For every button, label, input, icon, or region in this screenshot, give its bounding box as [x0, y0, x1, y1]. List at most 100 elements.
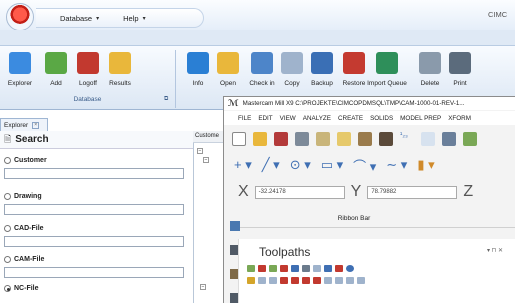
- verify-icon[interactable]: [302, 265, 310, 272]
- restore-icon: [343, 52, 365, 74]
- rectangle-icon[interactable]: ▭ ▾: [321, 157, 343, 173]
- group-label-database: Database: [73, 96, 102, 103]
- expand-icon[interactable]: [335, 277, 343, 284]
- search-option-customer[interactable]: Customer: [4, 157, 47, 164]
- results-button[interactable]: Results: [100, 52, 140, 87]
- print-preview-icon[interactable]: [316, 132, 330, 146]
- radio-button[interactable]: [4, 157, 11, 164]
- toolbar-icon[interactable]: [463, 132, 477, 146]
- post-icon[interactable]: [324, 265, 332, 272]
- simulate-icon[interactable]: [313, 265, 321, 272]
- search-field[interactable]: [4, 204, 184, 215]
- menu-xform[interactable]: XFORM: [448, 115, 471, 122]
- close-icon[interactable]: ×: [32, 121, 40, 129]
- lock-icon[interactable]: [247, 277, 255, 284]
- search-option-cad-file[interactable]: CAD-File: [4, 225, 44, 232]
- radio-button[interactable]: [4, 285, 11, 292]
- panel-controls[interactable]: ▾ ⊓ ✕: [487, 247, 503, 254]
- line-icon[interactable]: ╱ ▾: [262, 157, 280, 173]
- radio-label: CAM-File: [14, 256, 45, 263]
- tree-column-header[interactable]: Custome: [193, 131, 223, 143]
- add-icon: [45, 52, 67, 74]
- ribbon-button-label: Import Queue: [367, 80, 407, 87]
- menu-solids[interactable]: SOLIDS: [370, 115, 393, 122]
- search-option-drawing[interactable]: Drawing: [4, 193, 42, 200]
- application-menu-button[interactable]: [6, 3, 34, 31]
- info-icon[interactable]: [442, 132, 456, 146]
- insert-arrow-icon[interactable]: [302, 277, 310, 284]
- high-feed-icon[interactable]: [335, 265, 343, 272]
- dialog-launcher-icon[interactable]: ⧉: [164, 96, 168, 103]
- select-all-icon[interactable]: [247, 265, 255, 272]
- collapse-icon[interactable]: [346, 277, 354, 284]
- tree-expander-icon[interactable]: −: [203, 157, 209, 163]
- select-failed-icon[interactable]: [258, 265, 266, 272]
- x-coordinate-field[interactable]: -32.24178: [254, 185, 345, 199]
- dropdown-arrow-icon: ▾: [96, 15, 100, 22]
- print-button[interactable]: Print: [440, 52, 480, 87]
- menu-file[interactable]: FILE: [238, 115, 251, 122]
- notes-icon[interactable]: [357, 277, 365, 284]
- help-menu[interactable]: Help ▾: [123, 14, 145, 23]
- page-icon[interactable]: [337, 132, 351, 146]
- help-icon[interactable]: [346, 265, 354, 272]
- search-field[interactable]: [4, 267, 184, 278]
- tree-expander-icon[interactable]: −: [200, 284, 206, 290]
- move-down-icon[interactable]: [280, 277, 288, 284]
- mastercam-window: ℳ Mastercam Mill X9 C:\PROJEKTE\CIMCOPDM…: [223, 96, 515, 303]
- radio-label: Drawing: [14, 193, 42, 200]
- group-separator: [175, 50, 176, 108]
- print-icon: [449, 52, 471, 74]
- settings-icon[interactable]: [421, 132, 435, 146]
- explorer-button[interactable]: Explorer: [0, 52, 40, 87]
- backplot-icon[interactable]: [291, 265, 299, 272]
- save-icon[interactable]: [274, 132, 288, 146]
- menu-edit[interactable]: EDIT: [258, 115, 272, 122]
- print-icon[interactable]: [295, 132, 309, 146]
- pencil-icon[interactable]: ▮ ▾: [417, 157, 434, 173]
- spline-icon[interactable]: ∼ ▾: [386, 157, 407, 173]
- backup-icon: [311, 52, 333, 74]
- move-up-icon[interactable]: [291, 277, 299, 284]
- import-queue-icon: [376, 52, 398, 74]
- single-op-icon[interactable]: [324, 277, 332, 284]
- search-option-cam-file[interactable]: CAM-File: [4, 256, 44, 263]
- toolpath-manager-icon[interactable]: [230, 221, 240, 231]
- merge-icon[interactable]: [379, 132, 393, 146]
- radio-button[interactable]: [4, 193, 11, 200]
- mastercam-toolbar: ¹₂₃: [224, 127, 515, 151]
- paste-icon[interactable]: [358, 132, 372, 146]
- copy-icon: [281, 52, 303, 74]
- search-field[interactable]: [4, 168, 184, 179]
- database-menu[interactable]: Database ▾: [60, 14, 99, 23]
- open-folder-icon[interactable]: [253, 132, 267, 146]
- ribbon-button-label: Explorer: [7, 80, 33, 87]
- new-file-icon[interactable]: [232, 132, 246, 146]
- regenerate-icon[interactable]: [269, 265, 277, 272]
- explorer-tab[interactable]: Explorer ×: [0, 118, 48, 131]
- point-plus-icon[interactable]: + ▾: [234, 157, 252, 173]
- tree-expander-icon[interactable]: −: [197, 148, 203, 154]
- x-axis-label: X: [238, 183, 249, 200]
- toggle-display-icon[interactable]: [258, 277, 266, 284]
- menu-analyze[interactable]: ANALYZE: [303, 115, 331, 122]
- radio-label: Customer: [14, 157, 47, 164]
- radio-button[interactable]: [4, 256, 11, 263]
- search-option-nc-file[interactable]: NC-File: [4, 285, 39, 292]
- radio-button[interactable]: [4, 225, 11, 232]
- dropdown-arrow-icon: ▾: [142, 15, 146, 22]
- arc-icon[interactable]: ⌒ ▾: [353, 156, 376, 175]
- menu-create[interactable]: CREATE: [338, 115, 363, 122]
- toggle-posting-icon[interactable]: [269, 277, 277, 284]
- search-field[interactable]: [4, 236, 184, 247]
- regenerate-dirty-icon[interactable]: [280, 265, 288, 272]
- number-icon[interactable]: ¹₂₃: [400, 132, 414, 146]
- menu-model-prep[interactable]: MODEL PREP: [400, 115, 441, 122]
- circle-icon[interactable]: ⊙ ▾: [290, 157, 311, 173]
- import-queue-button[interactable]: Import Queue: [367, 52, 407, 87]
- search-icon: 🗎: [4, 133, 12, 144]
- y-coordinate-field[interactable]: 78.79882: [367, 185, 458, 199]
- scroll-icon[interactable]: [313, 277, 321, 284]
- drawing-toolbar: + ▾ ╱ ▾ ⊙ ▾ ▭ ▾ ⌒ ▾ ∼ ▾ ▮ ▾: [224, 154, 515, 176]
- menu-view[interactable]: VIEW: [280, 115, 296, 122]
